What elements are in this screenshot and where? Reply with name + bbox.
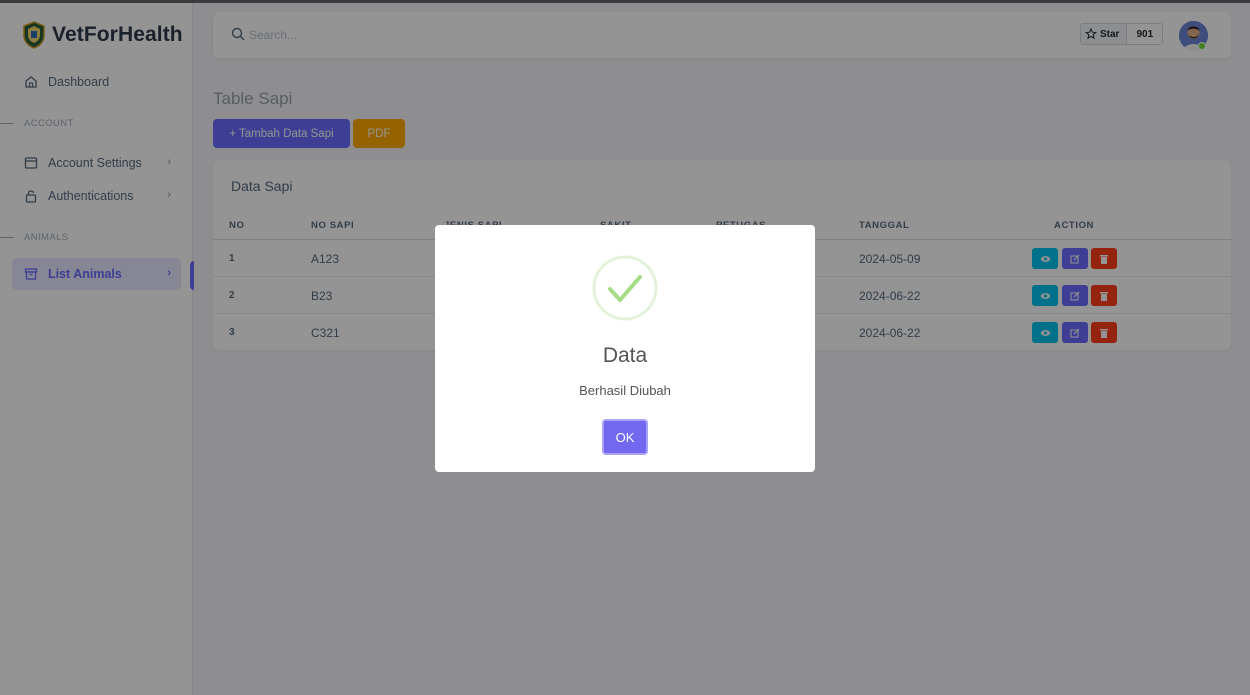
ok-button[interactable]: OK (602, 419, 648, 455)
dialog-title: Data (602, 344, 648, 367)
checkmark-icon (592, 255, 658, 321)
dialog-message: Berhasil Diubah (579, 383, 671, 398)
success-dialog: Data Berhasil Diubah OK (435, 225, 815, 472)
